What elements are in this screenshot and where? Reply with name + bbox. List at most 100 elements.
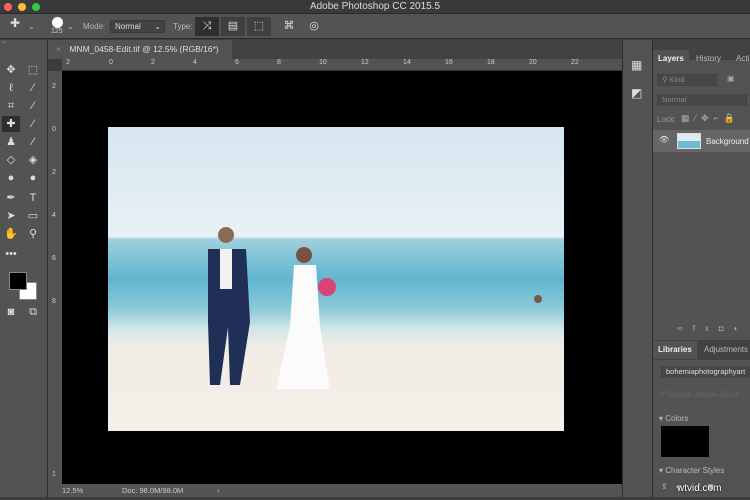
minimize-window-button[interactable] [18,3,26,11]
type-label: Type: [173,22,193,31]
lock-label: Lock: [657,115,677,124]
path-select-icon[interactable]: ➤ [2,208,20,224]
tab-actions[interactable]: Acti [731,50,750,68]
search-placeholder: Search Adobe Stock [667,390,740,399]
brush-tool-icon[interactable]: ⁄ [24,116,42,132]
title-bar: Adobe Photoshop CC 2015.5 [0,0,750,14]
history-brush-icon[interactable]: ⁄ [24,134,42,150]
brush-size: 125 [51,28,63,35]
libraries-icon[interactable]: ▦ [631,58,642,72]
tab-adjustments[interactable]: Adjustments [699,341,750,359]
tab-libraries[interactable]: Libraries [653,341,697,359]
app-title: Adobe Photoshop CC 2015.5 [309,1,441,12]
colors-section[interactable]: ▾ Colors [659,414,688,423]
chevron-down-icon[interactable]: ⌄ [28,20,35,33]
stock-search[interactable]: ⚲ Search Adobe Stock [659,390,740,399]
ruler-label: 4 [193,59,197,66]
blur-tool-icon[interactable]: ● [2,170,20,186]
layer-filter-kind[interactable]: ⚲ Kind [657,74,717,86]
document-tab[interactable]: × MNM_0458-Edit.tif @ 12.5% (RGB/16*) [48,40,232,59]
document-image[interactable] [108,127,564,431]
ruler-label: 0 [52,126,56,133]
tab-history[interactable]: History [691,50,726,68]
tab-layers[interactable]: Layers [653,50,689,68]
ruler-label: 20 [529,59,537,66]
crop-tool-icon[interactable]: ⌗ [2,98,20,114]
watermark: wtvid.com [677,483,722,494]
color-swatch[interactable] [661,426,709,457]
pressure-icon[interactable]: ◎ [302,17,326,36]
collapse-icon[interactable]: « [2,40,5,46]
library-select[interactable]: bohemiaphotographyart [661,366,750,378]
ruler-label: 1 [52,471,56,478]
quick-select-icon[interactable]: ⁄ [24,80,42,96]
blend-mode-select[interactable]: Normal [657,94,747,106]
hand-tool-icon[interactable]: ✋ [2,226,20,242]
ruler-label: 12 [361,59,369,66]
content-aware-icon[interactable]: ⬚ [247,17,271,36]
stamp-tool-icon[interactable]: ♟ [2,134,20,150]
horizontal-ruler: 2 0 2 4 6 8 10 12 14 16 18 20 22 [62,59,622,71]
mode-label: Mode: [83,22,106,31]
lasso-tool-icon[interactable]: ℓ [2,80,20,96]
layer-row-background[interactable]: 👁 Background [653,130,750,152]
more-tools-icon[interactable]: ••• [2,246,20,262]
eyedropper-icon[interactable]: ⁄ [24,98,42,114]
status-menu-arrow[interactable]: › [217,484,220,497]
kind-label: Kind [669,75,685,84]
ruler-label: 2 [52,83,56,90]
foreground-color-swatch[interactable] [9,272,27,290]
zoom-tool-icon[interactable]: ⚲ [24,226,42,242]
zoom-level[interactable]: 12.5% [62,484,83,497]
ruler-label: 10 [319,59,327,66]
wedding-couple-photo [208,227,542,389]
mode-value: Normal [115,22,141,31]
brush-preview-icon[interactable] [52,17,63,28]
properties-icon[interactable]: ◩ [631,86,642,100]
type-tool-icon[interactable]: T [24,190,42,206]
ruler-label: 16 [445,59,453,66]
character-styles-section[interactable]: ▾ Character Styles [659,466,724,475]
right-panels: Layers History Acti ⚲ Kind ▣ Normal Lock… [652,40,750,497]
vertical-ruler: 2 0 2 4 6 8 1 [48,71,62,484]
quick-mask-icon[interactable]: ◙ [2,304,20,320]
status-bar: 12.5% Doc: 98.0M/98.0M › [48,484,622,497]
sample-all-layers-icon[interactable]: ⌘ [277,17,301,36]
tools-panel: « ✥ ⬚ ℓ ⁄ ⌗ ⁄ ✚ ⁄ ♟ ⁄ ◇ ◈ ● ● ✒ T ➤ ▭ ✋ … [0,40,48,497]
eraser-icon[interactable]: ◇ [2,152,20,168]
pen-tool-icon[interactable]: ✒ [2,190,20,206]
healing-brush-icon[interactable]: ✚ [2,116,20,132]
doc-size: Doc: 98.0M/98.0M [122,486,184,495]
ruler-label: 6 [52,255,56,262]
layer-thumbnail [677,133,701,149]
layer-actions-icons[interactable]: ∞fx◘◐ [677,324,749,333]
move-tool-icon[interactable]: ✥ [2,62,20,78]
proximity-match-icon[interactable]: ⤨ [195,17,219,36]
colors-label: Colors [665,414,689,423]
document-title: MNM_0458-Edit.tif @ 12.5% (RGB/16*) [69,44,219,54]
visibility-eye-icon[interactable]: 👁 [659,135,669,144]
options-bar: ✚ ⌄ 125 ⌄ Mode: Normal ⌄ Type: ⤨ ▤ ⬚ ⌘ ◎ [0,14,750,39]
chevron-down-icon[interactable]: ⌄ [67,20,74,33]
marquee-tool-icon[interactable]: ⬚ [24,62,42,78]
create-texture-icon[interactable]: ▤ [221,17,245,36]
maximize-window-button[interactable] [32,3,40,11]
mode-select[interactable]: Normal ⌄ [110,20,165,33]
ruler-label: 2 [66,59,70,66]
shape-tool-icon[interactable]: ▭ [24,208,42,224]
paint-bucket-icon[interactable]: ◈ [24,152,42,168]
character-styles-label: Character Styles [665,466,725,475]
screen-mode-icon[interactable]: ⧉ [24,304,42,320]
close-tab-icon[interactable]: × [56,44,61,54]
ruler-label: 4 [52,212,56,219]
ruler-label: 8 [277,59,281,66]
lock-icons[interactable]: ▦⁄✥⌐🔒 [681,113,740,124]
filter-image-icon[interactable]: ▣ [727,74,735,83]
healing-brush-tool-preset-icon[interactable]: ✚ [10,17,20,30]
layer-name: Background [706,137,749,146]
dodge-tool-icon[interactable]: ● [24,170,42,186]
ruler-label: 22 [571,59,579,66]
ruler-label: 6 [235,59,239,66]
ruler-label: 2 [151,59,155,66]
close-window-button[interactable] [4,3,12,11]
